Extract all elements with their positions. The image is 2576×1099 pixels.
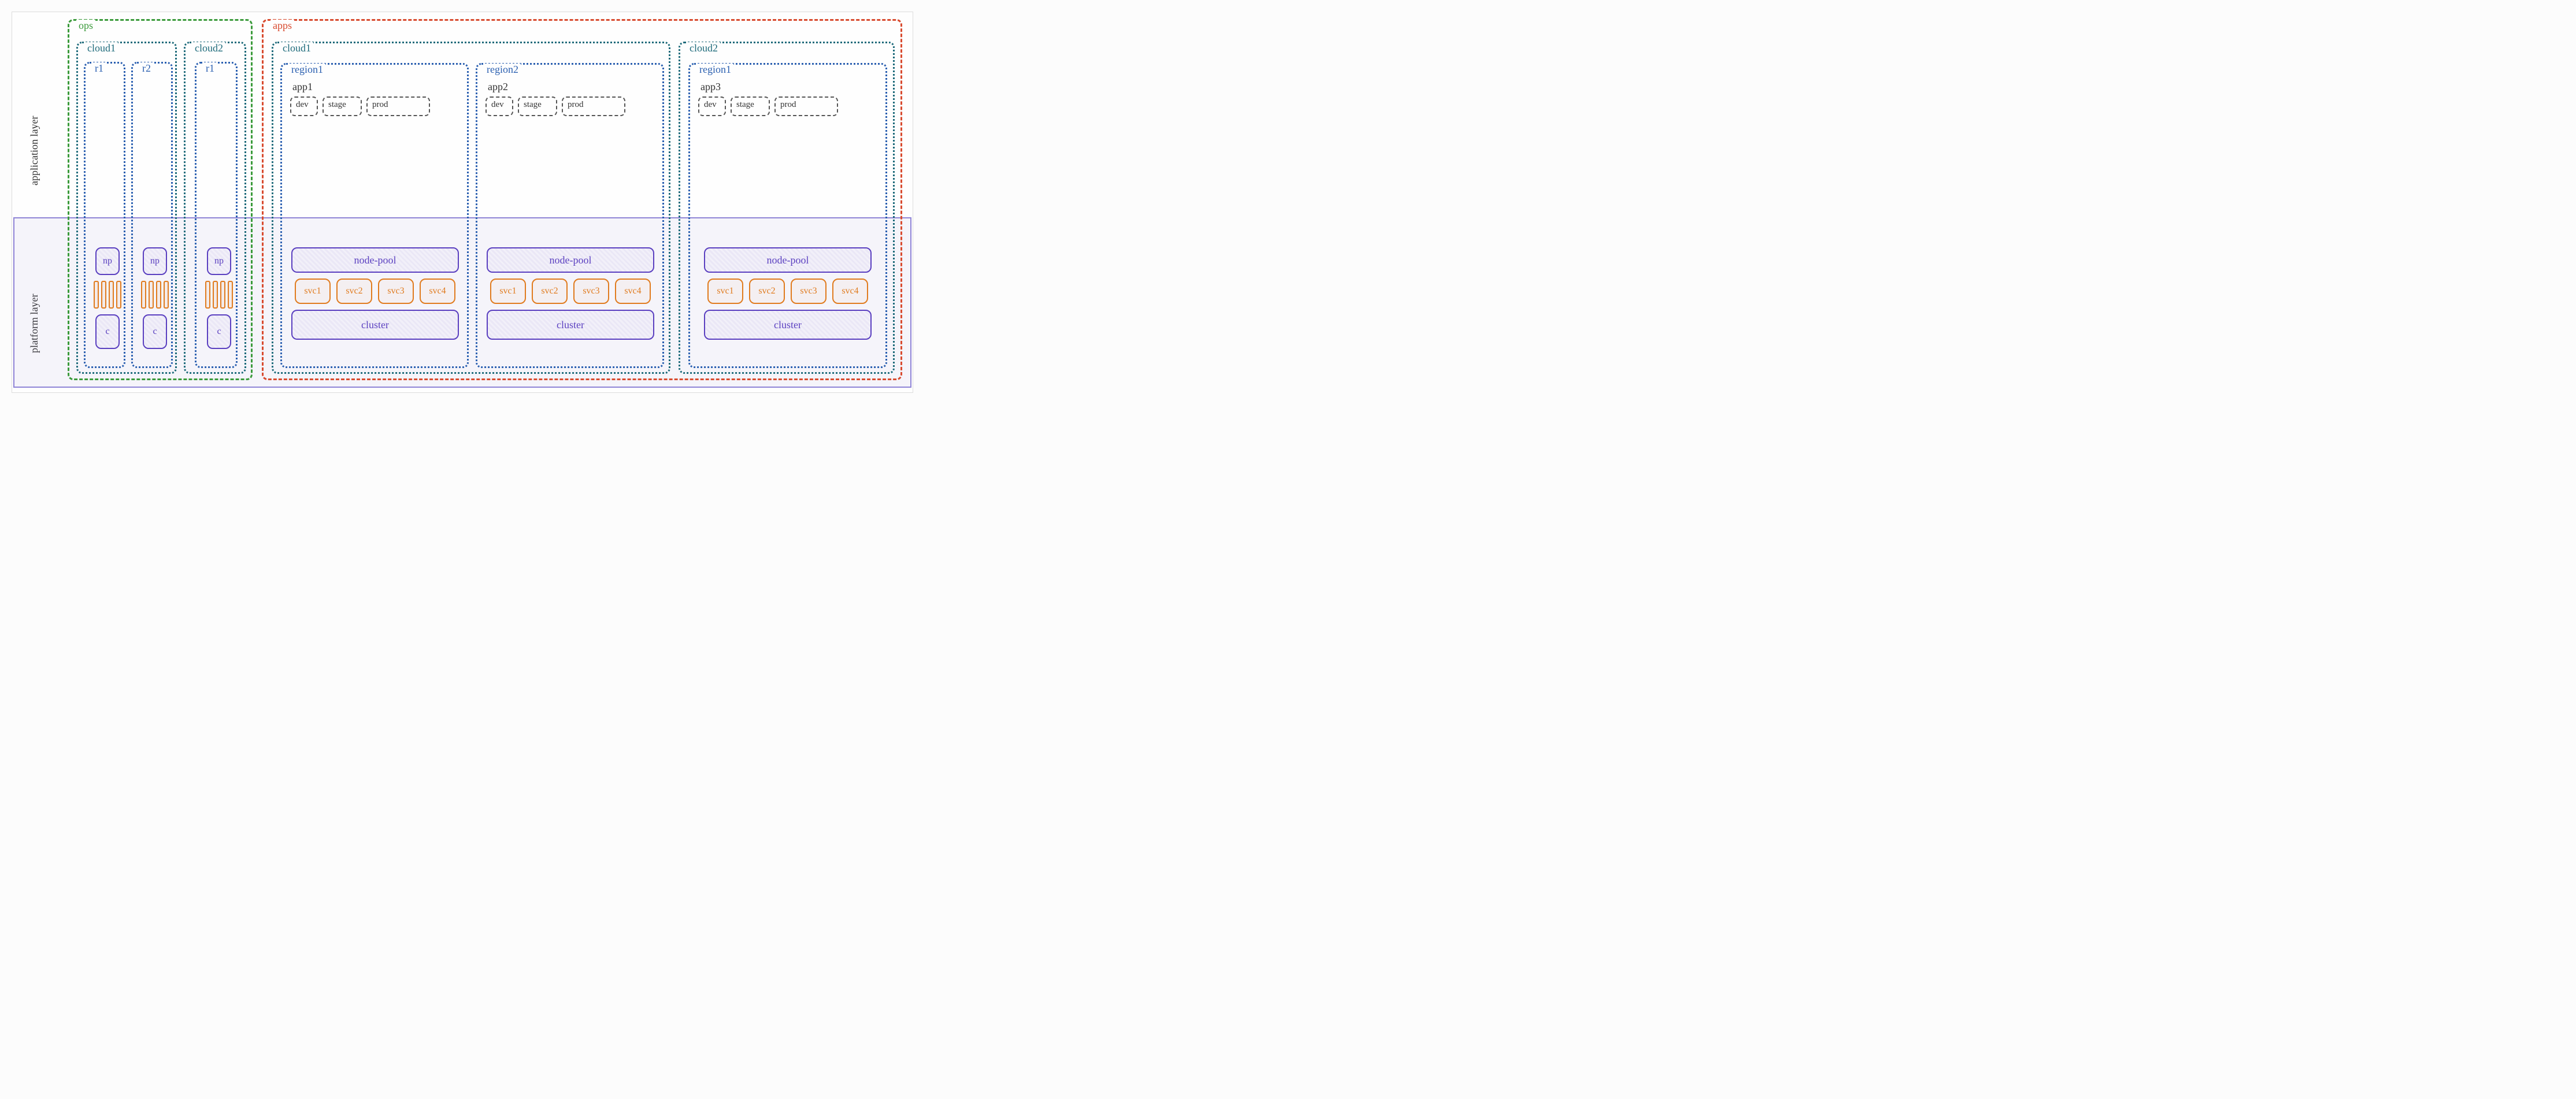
svc: svc2 [532, 279, 568, 304]
app-label: app3 [700, 81, 881, 93]
svc: svc1 [295, 279, 331, 304]
svc: svc2 [749, 279, 785, 304]
region-label: region2 [484, 64, 521, 76]
env-stage: stage [731, 96, 770, 116]
cluster-box: c [95, 314, 120, 349]
architecture-diagram: application layer platform layer ops clo… [12, 12, 913, 393]
app-label: app1 [292, 81, 462, 93]
env-prod: prod [774, 96, 838, 116]
ops-cloud1-r2: r2 np c [131, 62, 173, 368]
cluster-box: c [143, 314, 167, 349]
svc-bars [141, 281, 169, 309]
svc-bars [205, 281, 233, 309]
ops-cloud1-r2-label: r2 [140, 62, 153, 75]
apps-cloud1-region1: region1 app1 dev stage prod node-pool sv… [280, 63, 469, 368]
env-dev: dev [485, 96, 513, 116]
cluster: cluster [487, 310, 654, 340]
apps-group: apps cloud1 region1 app1 dev stage prod … [262, 19, 902, 380]
apps-cloud2-label: cloud2 [687, 42, 720, 54]
svc: svc2 [336, 279, 372, 304]
env-dev: dev [698, 96, 726, 116]
ops-cloud2-r1-label: r1 [203, 62, 217, 75]
svc: svc4 [615, 279, 651, 304]
svc: svc1 [490, 279, 526, 304]
env-dev: dev [290, 96, 318, 116]
svc: svc3 [573, 279, 609, 304]
svc: svc1 [707, 279, 743, 304]
ops-label: ops [76, 20, 95, 32]
svc: svc3 [378, 279, 414, 304]
svc: svc4 [420, 279, 455, 304]
ops-cloud1-r1: r1 np c [84, 62, 125, 368]
env-stage: stage [518, 96, 557, 116]
ops-cloud2-label: cloud2 [192, 42, 225, 54]
application-layer-label: application layer [28, 116, 40, 185]
node-pool: node-pool [487, 247, 654, 273]
node-pool-box: np [95, 247, 120, 275]
cluster: cluster [704, 310, 872, 340]
apps-cloud1-region2: region2 app2 dev stage prod node-pool sv… [476, 63, 664, 368]
env-prod: prod [562, 96, 625, 116]
env-prod: prod [366, 96, 430, 116]
env-stage: stage [323, 96, 362, 116]
apps-cloud2: cloud2 region1 app3 dev stage prod node-… [679, 42, 895, 374]
node-pool-box: np [207, 247, 231, 275]
ops-cloud1-label: cloud1 [85, 42, 118, 54]
svc-bars [94, 281, 121, 309]
svc: svc4 [832, 279, 868, 304]
node-pool-box: np [143, 247, 167, 275]
node-pool: node-pool [704, 247, 872, 273]
ops-cloud2-r1: r1 np c [195, 62, 238, 368]
apps-cloud1-label: cloud1 [280, 42, 313, 54]
region-label: region1 [289, 64, 325, 76]
region-label: region1 [697, 64, 733, 76]
ops-cloud1-r1-label: r1 [92, 62, 106, 75]
cluster: cluster [291, 310, 459, 340]
cluster-box: c [207, 314, 231, 349]
node-pool: node-pool [291, 247, 459, 273]
ops-group: ops cloud1 r1 np c r2 np c [68, 19, 253, 380]
svc: svc3 [791, 279, 826, 304]
apps-cloud2-region1: region1 app3 dev stage prod node-pool sv… [688, 63, 887, 368]
ops-cloud2: cloud2 r1 np c [184, 42, 246, 374]
apps-cloud1: cloud1 region1 app1 dev stage prod node-… [272, 42, 670, 374]
ops-cloud1: cloud1 r1 np c r2 np c [76, 42, 177, 374]
app-label: app2 [488, 81, 658, 93]
apps-label: apps [270, 20, 294, 32]
